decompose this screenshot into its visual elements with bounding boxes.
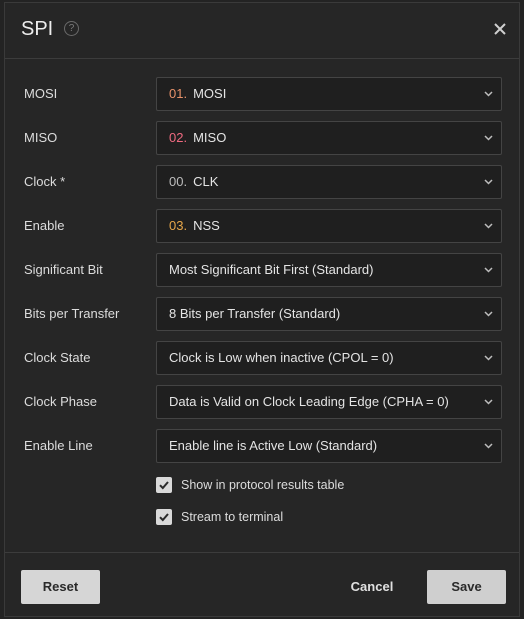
dialog-title: SPI: [21, 18, 54, 40]
select-value: Data is Valid on Clock Leading Edge (CPH…: [169, 394, 449, 409]
chevron-down-icon: [484, 91, 493, 97]
select-value: Enable line is Active Low (Standard): [169, 438, 378, 453]
significant-bit-select[interactable]: Most Significant Bit First (Standard): [156, 253, 502, 287]
reset-button[interactable]: Reset: [21, 570, 100, 604]
checkmark-icon: [159, 513, 169, 522]
chevron-down-icon: [484, 399, 493, 405]
checkbox-label: Stream to terminal: [181, 510, 284, 524]
field-label: Significant Bit: [24, 262, 103, 277]
field-label: Clock State: [24, 350, 91, 365]
clock-phase-select[interactable]: Data is Valid on Clock Leading Edge (CPH…: [156, 385, 502, 419]
field-label: Clock *: [24, 174, 66, 189]
chevron-down-icon: [484, 135, 493, 141]
channel-name: CLK: [193, 174, 219, 189]
field-row-significant-bit: Significant Bit Most Significant Bit Fir…: [5, 253, 519, 287]
dialog-header: SPI ?: [5, 3, 519, 59]
channel-name: NSS: [193, 218, 220, 233]
field-row-clock: Clock * 00. CLK: [5, 165, 519, 199]
chevron-down-icon: [484, 223, 493, 229]
chevron-down-icon: [484, 443, 493, 449]
header-divider: [5, 58, 519, 59]
field-row-mosi: MOSI 01. MOSI: [5, 77, 519, 111]
enable-select[interactable]: 03. NSS: [156, 209, 502, 243]
field-label: Clock Phase: [24, 394, 97, 409]
spi-dialog: SPI ? MOSI 01. MOSI MISO 02. MISO Clock * …: [4, 2, 520, 617]
mosi-select[interactable]: 01. MOSI: [156, 77, 502, 111]
chevron-down-icon: [484, 179, 493, 185]
channel-name: MISO: [193, 130, 227, 145]
channel-name: MOSI: [193, 86, 227, 101]
clock-select[interactable]: 00. CLK: [156, 165, 502, 199]
select-value: 8 Bits per Transfer (Standard): [169, 306, 341, 321]
channel-number: 00.: [169, 174, 188, 189]
miso-select[interactable]: 02. MISO: [156, 121, 502, 155]
chevron-down-icon: [484, 355, 493, 361]
field-label: MISO: [24, 130, 58, 145]
enable-line-select[interactable]: Enable line is Active Low (Standard): [156, 429, 502, 463]
cancel-button[interactable]: Cancel: [338, 570, 406, 604]
select-value: Most Significant Bit First (Standard): [169, 262, 374, 277]
field-row-clock-phase: Clock Phase Data is Valid on Clock Leadi…: [5, 385, 519, 419]
clock-state-select[interactable]: Clock is Low when inactive (CPOL = 0): [156, 341, 502, 375]
field-label: MOSI: [24, 86, 58, 101]
close-icon[interactable]: [493, 22, 507, 36]
help-icon[interactable]: ?: [64, 21, 79, 36]
checkmark-icon: [159, 481, 169, 490]
field-label: Enable Line: [24, 438, 93, 453]
show-in-results-checkbox[interactable]: [156, 477, 172, 493]
select-value: Clock is Low when inactive (CPOL = 0): [169, 350, 394, 365]
field-row-miso: MISO 02. MISO: [5, 121, 519, 155]
chevron-down-icon: [484, 311, 493, 317]
stream-to-terminal-checkbox[interactable]: [156, 509, 172, 525]
field-row-enable-line: Enable Line Enable line is Active Low (S…: [5, 429, 519, 463]
channel-number: 03.: [169, 218, 188, 233]
channel-number: 02.: [169, 130, 188, 145]
chevron-down-icon: [484, 267, 493, 273]
field-row-enable: Enable 03. NSS: [5, 209, 519, 243]
field-row-bits-per-transfer: Bits per Transfer 8 Bits per Transfer (S…: [5, 297, 519, 331]
field-row-clock-state: Clock State Clock is Low when inactive (…: [5, 341, 519, 375]
channel-number: 01.: [169, 86, 188, 101]
footer-divider: [5, 552, 519, 553]
field-label: Bits per Transfer: [24, 306, 120, 321]
checkbox-label: Show in protocol results table: [181, 478, 345, 492]
save-button[interactable]: Save: [427, 570, 506, 604]
field-label: Enable: [24, 218, 65, 233]
bits-per-transfer-select[interactable]: 8 Bits per Transfer (Standard): [156, 297, 502, 331]
